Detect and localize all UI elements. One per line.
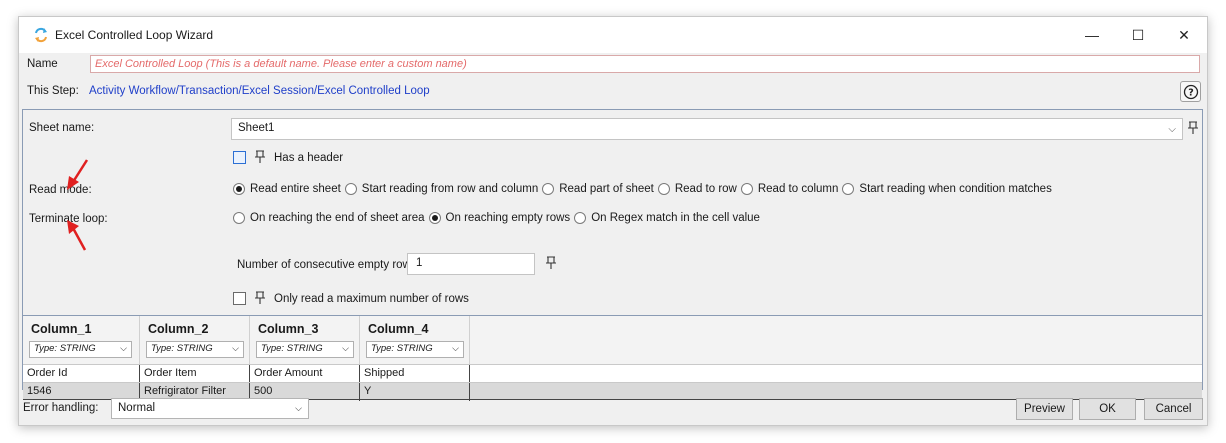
settings-panel: Sheet name: Sheet1 ⌵ Has a header Read m…: [22, 109, 1203, 401]
close-icon: ✕: [1178, 26, 1190, 43]
max-rows-label: Only read a maximum number of rows: [274, 293, 469, 305]
help-glyph: ?: [1188, 87, 1194, 98]
read-mode-option-entire[interactable]: Read entire sheet: [233, 183, 341, 195]
radio[interactable]: [842, 183, 855, 195]
step-row: This Step: Activity Workflow/Transaction…: [19, 79, 1207, 105]
chevron-down-icon: ⌵: [295, 403, 302, 413]
read-mode-option-row-col[interactable]: Start reading from row and column: [344, 183, 539, 195]
red-arrow-annotation: [67, 159, 89, 190]
column-type-select[interactable]: Type: STRING ⌵: [29, 341, 132, 358]
column-name: Column_3: [258, 322, 319, 336]
error-handling-label: Error handling:: [23, 402, 99, 414]
terminate-options: On reaching the end of sheet area On rea…: [233, 212, 764, 224]
column-name: Column_4: [368, 322, 429, 336]
chevron-down-icon: ⌵: [1168, 124, 1176, 135]
pin-icon[interactable]: [253, 150, 267, 164]
column-type-value: Type: STRING: [151, 343, 213, 354]
cancel-button[interactable]: Cancel: [1144, 398, 1203, 420]
preview-grid: Column_1 Type: STRING ⌵ Column_2 Type: ST…: [23, 315, 1202, 401]
maximize-button[interactable]: ☐: [1115, 17, 1161, 53]
error-handling-select[interactable]: Normal ⌵: [111, 398, 309, 419]
read-mode-option-to-row[interactable]: Read to row: [657, 183, 737, 195]
column-header[interactable]: Column_1 Type: STRING ⌵: [23, 316, 140, 364]
has-header-checkbox[interactable]: [233, 151, 246, 164]
read-mode-option-label: Start reading when condition matches: [859, 183, 1052, 195]
has-header-label: Has a header: [274, 152, 344, 164]
chevron-down-icon: ⌵: [452, 343, 459, 353]
help-icon: ?: [1183, 84, 1198, 99]
table-cell: Order Amount: [250, 365, 360, 383]
read-mode-option-label: Read to column: [757, 183, 839, 195]
chevron-down-icon: ⌵: [232, 343, 239, 353]
radio[interactable]: [542, 183, 555, 195]
read-mode-option-label: Start reading from row and column: [361, 183, 539, 195]
app-loop-icon: [35, 27, 47, 43]
radio-selected[interactable]: [428, 212, 441, 224]
step-path-link[interactable]: Activity Workflow/Transaction/Excel Sess…: [89, 85, 430, 97]
step-label: This Step:: [27, 85, 79, 97]
read-mode-option-to-column[interactable]: Read to column: [740, 183, 839, 195]
table-cell: Order Item: [140, 365, 250, 383]
sheet-name-label: Sheet name:: [29, 122, 95, 134]
read-mode-option-label: Read entire sheet: [250, 183, 341, 195]
chevron-down-icon: ⌵: [120, 343, 127, 353]
column-type-select[interactable]: Type: STRING ⌵: [146, 341, 244, 358]
terminate-option-label: On reaching the end of sheet area: [250, 212, 425, 224]
sheet-name-value: Sheet1: [238, 122, 275, 134]
read-mode-option-label: Read to row: [674, 183, 737, 195]
footer-bar: Error handling: Normal ⌵ Preview OK Canc…: [19, 395, 1207, 425]
radio[interactable]: [574, 212, 587, 224]
empty-rows-input[interactable]: 1: [407, 253, 535, 275]
title-bar: Excel Controlled Loop Wizard — ☐ ✕: [19, 17, 1207, 53]
read-mode-options: Read entire sheet Start reading from row…: [233, 183, 1056, 195]
column-type-value: Type: STRING: [371, 343, 433, 354]
name-label: Name: [27, 58, 58, 70]
name-row: Name Excel Controlled Loop (This is a de…: [19, 54, 1207, 76]
chevron-down-icon: ⌵: [342, 343, 349, 353]
empty-rows-label: Number of consecutive empty rows:: [237, 259, 420, 271]
table-cell: Shipped: [360, 365, 470, 383]
error-handling-value: Normal: [118, 402, 156, 414]
pin-icon[interactable]: [1186, 121, 1200, 135]
terminate-option-label: On reaching empty rows: [445, 212, 571, 224]
max-rows-checkbox[interactable]: [233, 292, 246, 305]
column-name: Column_2: [148, 322, 209, 336]
terminate-option-empty-rows[interactable]: On reaching empty rows: [428, 212, 571, 224]
column-type-value: Type: STRING: [34, 343, 96, 354]
read-mode-option-condition[interactable]: Start reading when condition matches: [842, 183, 1052, 195]
name-input[interactable]: Excel Controlled Loop (This is a default…: [90, 55, 1200, 73]
terminate-option-label: On Regex match in the cell value: [591, 212, 760, 224]
column-header[interactable]: Column_2 Type: STRING ⌵: [140, 316, 250, 364]
column-type-select[interactable]: Type: STRING ⌵: [366, 341, 464, 358]
help-button[interactable]: ?: [1180, 81, 1201, 102]
preview-button[interactable]: Preview: [1016, 398, 1073, 420]
red-arrow-annotation: [67, 220, 87, 251]
column-type-select[interactable]: Type: STRING ⌵: [256, 341, 354, 358]
radio[interactable]: [344, 183, 357, 195]
column-name: Column_1: [31, 322, 92, 336]
window-title: Excel Controlled Loop Wizard: [55, 28, 214, 42]
wizard-window: Excel Controlled Loop Wizard — ☐ ✕ Name …: [18, 16, 1208, 426]
terminate-option-end-of-sheet[interactable]: On reaching the end of sheet area: [233, 212, 425, 224]
close-button[interactable]: ✕: [1161, 17, 1207, 53]
radio[interactable]: [740, 183, 753, 195]
read-mode-option-label: Read part of sheet: [559, 183, 654, 195]
pin-icon[interactable]: [253, 291, 267, 305]
pin-icon[interactable]: [544, 256, 558, 270]
radio[interactable]: [657, 183, 670, 195]
radio[interactable]: [233, 212, 245, 224]
table-row[interactable]: Order Id Order Item Order Amount Shipped: [23, 364, 1202, 383]
radio-selected[interactable]: [233, 183, 245, 195]
ok-button[interactable]: OK: [1079, 398, 1136, 420]
table-cell: Order Id: [23, 365, 140, 383]
minimize-icon: —: [1085, 27, 1099, 43]
read-mode-option-part[interactable]: Read part of sheet: [542, 183, 654, 195]
column-header[interactable]: Column_4 Type: STRING ⌵: [360, 316, 470, 364]
column-header[interactable]: Column_3 Type: STRING ⌵: [250, 316, 360, 364]
column-type-value: Type: STRING: [261, 343, 323, 354]
terminate-option-regex[interactable]: On Regex match in the cell value: [574, 212, 760, 224]
minimize-button[interactable]: —: [1069, 17, 1115, 53]
sheet-name-select[interactable]: Sheet1 ⌵: [231, 118, 1183, 140]
maximize-icon: ☐: [1131, 26, 1145, 43]
